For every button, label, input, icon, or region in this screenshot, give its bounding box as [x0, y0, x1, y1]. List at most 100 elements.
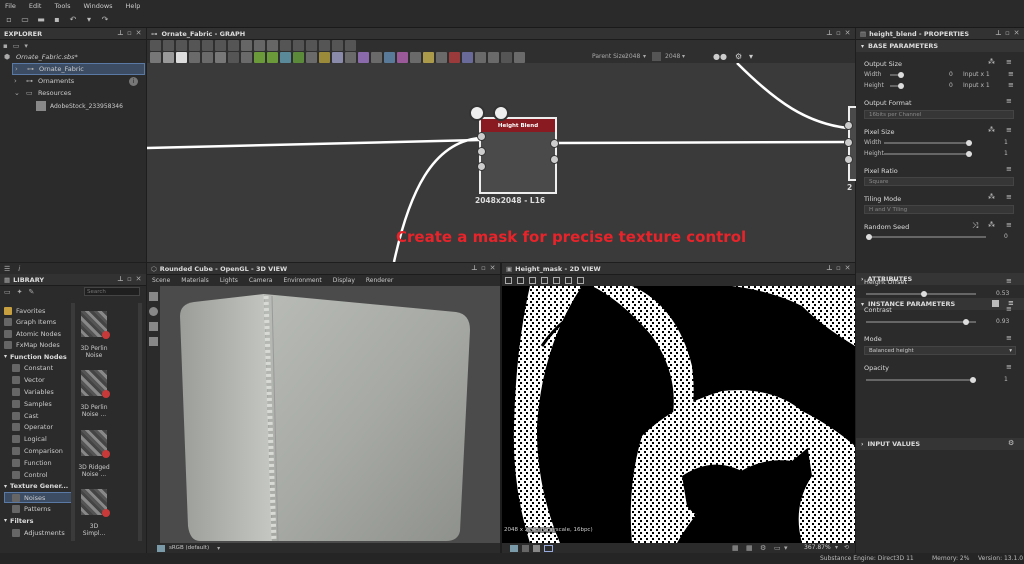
menu-scene[interactable]: Scene	[152, 277, 170, 284]
float-icon[interactable]: ▫	[125, 29, 134, 37]
contrast-slider[interactable]	[866, 319, 976, 325]
height-mode[interactable]: Input x 1	[963, 82, 990, 89]
3d-viewport[interactable]	[160, 286, 500, 543]
fit-icon[interactable]	[544, 544, 553, 552]
menu-icon[interactable]: ≡	[1006, 193, 1012, 201]
library-item[interactable]: Operator	[4, 421, 72, 433]
library-item[interactable]: Samples	[4, 398, 72, 410]
node-icon[interactable]	[371, 51, 382, 63]
node-icon[interactable]	[345, 51, 356, 63]
pin-tool-icon[interactable]	[189, 40, 200, 51]
node-icon[interactable]	[215, 51, 226, 63]
pin-icon[interactable]: ⊥	[116, 29, 125, 37]
node-icon[interactable]	[423, 51, 434, 63]
distribute-icon[interactable]	[293, 40, 304, 51]
menu-icon[interactable]: ≡	[1008, 70, 1014, 78]
library-category[interactable]: Graph Items	[4, 317, 72, 329]
channel-icon[interactable]	[522, 544, 529, 552]
input-port[interactable]	[477, 132, 486, 141]
menu-windows[interactable]: Windows	[84, 2, 113, 10]
pin-icon[interactable]: ⊥	[994, 29, 1003, 37]
node-icon[interactable]	[475, 51, 486, 63]
output-port[interactable]	[550, 139, 559, 148]
library-item[interactable]: Cast	[4, 410, 72, 422]
output-port[interactable]	[550, 155, 559, 164]
menu-icon[interactable]: ≡	[1006, 363, 1012, 371]
pin-icon[interactable]: ⊥	[116, 275, 125, 283]
search-icon[interactable]	[202, 40, 213, 51]
link-icon[interactable]: ⁂	[988, 221, 995, 229]
tiling-mode-select[interactable]: H and V Tiling	[864, 205, 1014, 214]
pin-icon[interactable]: ⊥	[825, 29, 834, 37]
folder-icon[interactable]: ▭	[13, 42, 20, 50]
tool-icon[interactable]	[517, 277, 524, 284]
float-icon[interactable]: ▫	[479, 264, 488, 272]
node-icon[interactable]	[293, 51, 304, 63]
input-port[interactable]	[844, 138, 853, 147]
node-icon[interactable]	[280, 51, 291, 63]
float-icon[interactable]: ▫	[834, 264, 843, 272]
grid-icon[interactable]: ▦	[732, 544, 739, 552]
pin-icon[interactable]: ⊥	[825, 264, 834, 272]
menu-icon[interactable]: ≡	[1006, 97, 1012, 105]
menu-camera[interactable]: Camera	[249, 277, 273, 284]
input-port[interactable]	[477, 147, 486, 156]
node-icon[interactable]	[254, 51, 265, 63]
width-mode[interactable]: Input x 1	[963, 71, 990, 78]
snap-icon[interactable]	[280, 40, 291, 51]
node-icon[interactable]	[384, 51, 395, 63]
undo-icon[interactable]: ↶	[68, 15, 78, 25]
menu-edit[interactable]: Edit	[29, 2, 42, 10]
menu-renderer[interactable]: Renderer	[366, 277, 393, 284]
close-icon[interactable]: ✕	[134, 29, 143, 37]
menu-icon[interactable]: ≡	[1006, 277, 1012, 285]
comment-icon[interactable]	[228, 40, 239, 51]
node-icon[interactable]	[514, 51, 525, 63]
node-icon[interactable]	[228, 51, 239, 63]
opacity-slider[interactable]	[866, 377, 976, 383]
colorspace-select[interactable]: sRGB (default)	[169, 545, 209, 551]
render-icon[interactable]	[149, 337, 158, 346]
float-icon[interactable]: ▫	[125, 275, 134, 283]
library-group-header[interactable]: ▾ Function Nodes	[4, 351, 72, 363]
align-icon[interactable]	[241, 40, 252, 51]
tree-item-package[interactable]: ⬢ Ornate_Fabric.sbs*	[0, 51, 146, 63]
library-item[interactable]: Vector	[4, 374, 72, 386]
search-input[interactable]	[84, 287, 140, 296]
random-seed-slider[interactable]	[866, 234, 986, 240]
width-slider[interactable]	[890, 72, 904, 78]
menu-materials[interactable]: Materials	[181, 277, 209, 284]
menu-display[interactable]: Display	[333, 277, 355, 284]
tool-icon[interactable]	[319, 40, 330, 51]
node-doc-icon[interactable]	[469, 105, 485, 121]
tree-item-resources[interactable]: ⌄ ▭ Resources	[0, 87, 146, 99]
input-port[interactable]	[844, 155, 853, 164]
scrollbar[interactable]	[71, 303, 75, 541]
chevron-down-icon[interactable]: ▾	[784, 544, 788, 552]
gear-icon[interactable]: ⚙	[1008, 439, 1014, 447]
tree-item-ornaments[interactable]: › ⊶ Ornaments i	[0, 75, 146, 87]
list-icon[interactable]: ☰	[4, 265, 10, 273]
library-item[interactable]: Patterns	[4, 503, 72, 515]
object-icon[interactable]	[149, 322, 158, 331]
2d-viewport[interactable]	[502, 286, 855, 543]
pixel-height-slider[interactable]	[884, 151, 972, 157]
node-preview-icon[interactable]	[493, 105, 509, 121]
shuffle-icon[interactable]: ⤨	[972, 221, 978, 231]
library-item[interactable]: Variables	[4, 386, 72, 398]
node-icon[interactable]	[449, 51, 460, 63]
light-icon[interactable]	[149, 307, 158, 316]
menu-icon[interactable]: ≡	[1008, 81, 1014, 89]
library-item[interactable]: Control	[4, 469, 72, 481]
save-icon[interactable]: ▪	[52, 15, 62, 25]
menu-icon[interactable]: ≡	[1006, 126, 1012, 134]
chevron-down-icon[interactable]: ⌄	[14, 89, 22, 97]
library-item-noises[interactable]: Noises	[4, 491, 72, 504]
tool-icon[interactable]	[345, 40, 356, 51]
link-size-icon[interactable]	[652, 52, 661, 61]
tile-icon[interactable]: ▦	[746, 544, 753, 552]
noise-thumbnail[interactable]	[81, 489, 110, 517]
node-icon[interactable]	[410, 51, 421, 63]
chevron-right-icon[interactable]: ›	[15, 65, 23, 73]
tool-icon[interactable]	[565, 277, 572, 284]
